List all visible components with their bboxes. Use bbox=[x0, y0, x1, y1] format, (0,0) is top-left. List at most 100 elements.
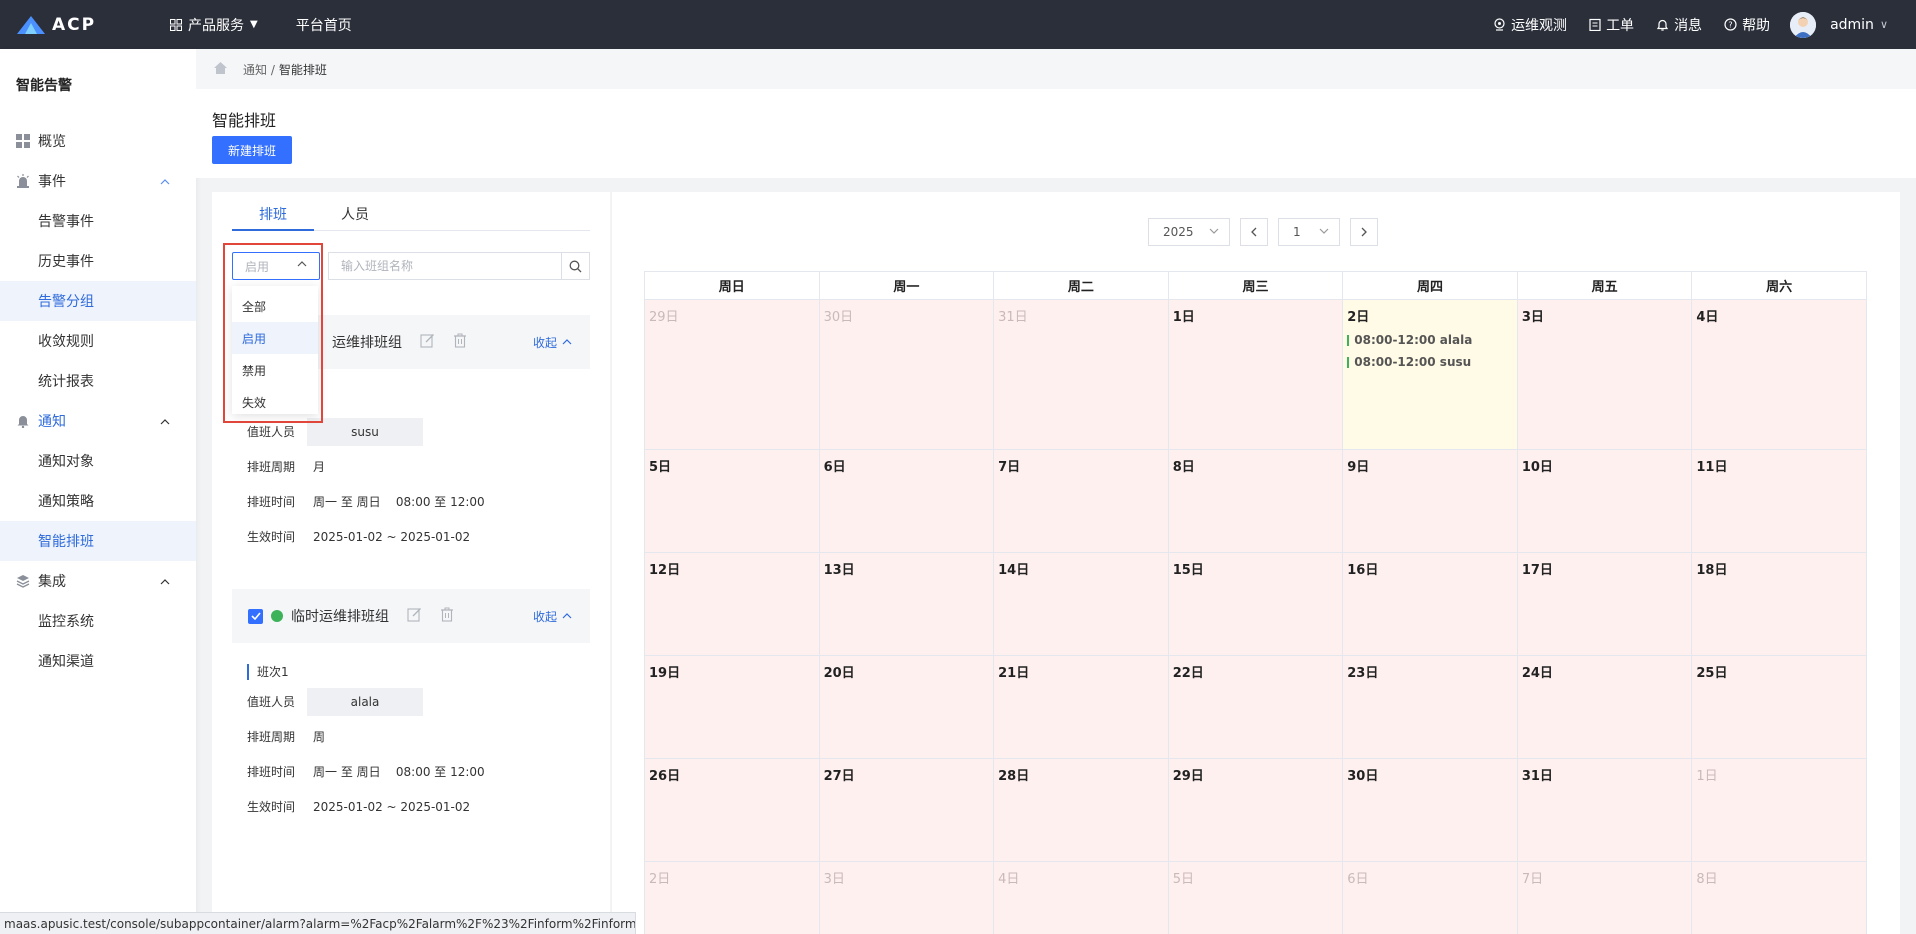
sidebar-item-overview[interactable]: 概览 bbox=[0, 121, 196, 161]
collapse-toggle[interactable]: 收起 bbox=[533, 334, 572, 351]
next-month-button[interactable] bbox=[1350, 218, 1378, 246]
year-select[interactable]: 2025 bbox=[1148, 218, 1230, 246]
collapse-toggle[interactable]: 收起 bbox=[533, 608, 572, 625]
sidebar-group-notify[interactable]: 通知 bbox=[0, 401, 196, 441]
schedule-event[interactable]: 08:00-12:00 alala bbox=[1347, 333, 1513, 347]
calendar-day-cell[interactable]: 4日 bbox=[1691, 299, 1867, 450]
sidebar-item-alarm-events[interactable]: 告警事件 bbox=[0, 201, 196, 241]
user-menu[interactable]: admin ∨ bbox=[1830, 17, 1888, 33]
search-button[interactable] bbox=[561, 253, 589, 279]
calendar-day-cell[interactable]: 7日 bbox=[993, 449, 1169, 553]
platform-home-link[interactable]: 平台首页 bbox=[296, 15, 352, 35]
calendar-day-cell[interactable]: 3日 bbox=[818, 861, 995, 934]
calendar-day-cell[interactable]: 8日 bbox=[1691, 861, 1867, 934]
sidebar-item-alarm-groups[interactable]: 告警分组 bbox=[0, 281, 196, 321]
schedule-event[interactable]: 08:00-12:00 susu bbox=[1347, 355, 1513, 369]
calendar-day-cell[interactable]: 31日 bbox=[993, 299, 1169, 450]
sidebar-item-monitor-systems[interactable]: 监控系统 bbox=[0, 601, 196, 641]
sidebar-item-statistics-report[interactable]: 统计报表 bbox=[0, 361, 196, 401]
sidebar-item-history-events[interactable]: 历史事件 bbox=[0, 241, 196, 281]
new-schedule-button[interactable]: 新建排班 bbox=[212, 136, 292, 164]
month-select[interactable]: 1 bbox=[1278, 218, 1340, 246]
calendar-day-cell[interactable]: 10日 bbox=[1516, 449, 1693, 553]
prev-month-button[interactable] bbox=[1240, 218, 1268, 246]
sidebar-item-smart-schedule[interactable]: 智能排班 bbox=[0, 521, 196, 561]
calendar-day-cell[interactable]: 12日 bbox=[644, 552, 820, 656]
help-link[interactable]: ? 帮助 bbox=[1724, 15, 1770, 35]
calendar-day-cell[interactable]: 15日 bbox=[1167, 552, 1344, 656]
calendar-day-cell[interactable]: 11日 bbox=[1691, 449, 1867, 553]
collapse-label: 收起 bbox=[532, 335, 557, 350]
calendar-day-cell[interactable]: 25日 bbox=[1691, 655, 1867, 759]
calendar-day-cell[interactable]: 3日 bbox=[1516, 299, 1693, 450]
work-order-link[interactable]: 工单 bbox=[1589, 15, 1634, 35]
edit-icon[interactable] bbox=[407, 607, 422, 626]
weekday-header: 周六 bbox=[1691, 271, 1867, 300]
calendar-day-cell[interactable]: 8日 bbox=[1167, 449, 1344, 553]
calendar-day-cell[interactable]: 31日 bbox=[1516, 758, 1693, 862]
avatar[interactable] bbox=[1790, 11, 1817, 38]
calendar-day-cell[interactable]: 5日 bbox=[1167, 861, 1344, 934]
chevron-down-icon: ∨ bbox=[1879, 18, 1888, 31]
calendar-day-cell[interactable]: 26日 bbox=[644, 758, 820, 862]
calendar-day-cell[interactable]: 22日 bbox=[1167, 655, 1344, 759]
delete-icon[interactable] bbox=[453, 333, 467, 352]
calendar-day-cell[interactable]: 13日 bbox=[818, 552, 995, 656]
dropdown-option-all[interactable]: 全部 bbox=[232, 290, 318, 322]
calendar-day-cell[interactable]: 23日 bbox=[1342, 655, 1518, 759]
tab-schedule[interactable]: 排班 bbox=[232, 204, 314, 231]
sidebar-item-notify-channels[interactable]: 通知渠道 bbox=[0, 641, 196, 681]
event-text: 08:00-12:00 susu bbox=[1354, 355, 1472, 369]
calendar-day-cell[interactable]: 20日 bbox=[818, 655, 995, 759]
calendar-day-cell[interactable]: 29日 bbox=[1167, 758, 1344, 862]
calendar-day-cell[interactable]: 19日 bbox=[644, 655, 820, 759]
calendar-day-cell[interactable]: 30日 bbox=[818, 299, 995, 450]
calendar-day-cell[interactable]: 17日 bbox=[1516, 552, 1693, 656]
sidebar-item-convergence-rules[interactable]: 收敛规则 bbox=[0, 321, 196, 361]
calendar-panel: 2025 1 周日 周一 周二 周三 周四 周五 周六 29日 30日 31日 … bbox=[612, 192, 1900, 934]
calendar-day-cell[interactable]: 5日 bbox=[644, 449, 820, 553]
product-services-menu[interactable]: 产品服务 ▼ bbox=[170, 15, 258, 35]
calendar-day-cell[interactable]: 30日 bbox=[1342, 758, 1518, 862]
dropdown-option-enabled[interactable]: 启用 bbox=[232, 322, 318, 354]
group-checkbox[interactable] bbox=[248, 608, 263, 624]
tab-personnel[interactable]: 人员 bbox=[314, 204, 396, 231]
calendar-day-cell[interactable]: 6日 bbox=[1342, 861, 1518, 934]
calendar-day-cell[interactable]: 4日 bbox=[993, 861, 1169, 934]
calendar-day-cell[interactable]: 1日 bbox=[1691, 758, 1867, 862]
day-label: 1日 bbox=[1696, 769, 1718, 784]
home-icon[interactable] bbox=[214, 61, 227, 77]
delete-icon[interactable] bbox=[440, 607, 454, 626]
messages-link[interactable]: 消息 bbox=[1656, 15, 1702, 35]
calendar-day-cell[interactable]: 2日 bbox=[644, 861, 820, 934]
logo-text: ACP bbox=[52, 14, 97, 35]
calendar-day-cell[interactable]: 7日 bbox=[1516, 861, 1693, 934]
sidebar-group-label: 通知 bbox=[38, 414, 66, 430]
calendar-day-cell[interactable]: 28日 bbox=[993, 758, 1169, 862]
sidebar-item-notify-policy[interactable]: 通知策略 bbox=[0, 481, 196, 521]
ops-observe-link[interactable]: 运维观测 bbox=[1493, 15, 1567, 35]
calendar-day-cell[interactable]: 6日 bbox=[818, 449, 995, 553]
dropdown-option-expired[interactable]: 失效 bbox=[232, 386, 318, 418]
calendar-day-cell[interactable]: 24日 bbox=[1516, 655, 1693, 759]
calendar-day-cell[interactable]: 9日 bbox=[1342, 449, 1518, 553]
svg-text:?: ? bbox=[1728, 21, 1732, 30]
calendar-day-cell[interactable]: 21日 bbox=[993, 655, 1169, 759]
calendar-day-cell-today[interactable]: 2日 08:00-12:00 alala 08:00-12:00 susu bbox=[1342, 299, 1518, 450]
calendar-day-cell[interactable]: 16日 bbox=[1342, 552, 1518, 656]
calendar-day-cell[interactable]: 27日 bbox=[818, 758, 995, 862]
sidebar-group-integrate[interactable]: 集成 bbox=[0, 561, 196, 601]
sidebar-group-events[interactable]: 事件 bbox=[0, 161, 196, 201]
edit-icon[interactable] bbox=[420, 333, 435, 352]
detail-key: 排班周期 bbox=[247, 460, 296, 474]
calendar-day-cell[interactable]: 29日 bbox=[644, 299, 820, 450]
sidebar-item-notify-targets[interactable]: 通知对象 bbox=[0, 441, 196, 481]
calendar-day-cell[interactable]: 14日 bbox=[993, 552, 1169, 656]
calendar-day-cell[interactable]: 1日 bbox=[1167, 299, 1344, 450]
status-filter-select[interactable]: 启用 bbox=[232, 252, 320, 280]
group-search-input[interactable] bbox=[329, 253, 561, 279]
breadcrumb-parent[interactable]: 通知 / bbox=[243, 61, 275, 78]
dropdown-option-disabled[interactable]: 禁用 bbox=[232, 354, 318, 386]
calendar-day-cell[interactable]: 18日 bbox=[1691, 552, 1867, 656]
logo[interactable]: ACP bbox=[16, 15, 148, 35]
